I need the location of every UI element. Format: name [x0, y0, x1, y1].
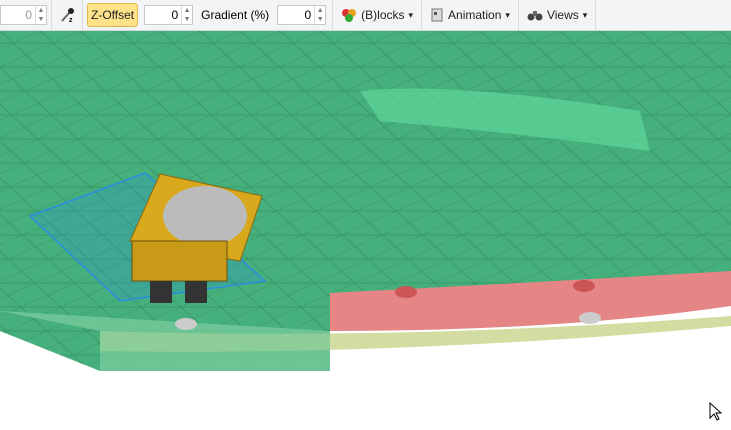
marker-post — [395, 286, 417, 298]
chevron-down-icon: ▾ — [582, 9, 588, 20]
binoculars-icon — [527, 11, 543, 21]
marker-post — [579, 312, 601, 324]
blocks-icon — [342, 9, 357, 22]
divider — [517, 0, 519, 31]
z-offset-spinner[interactable]: 0 ▲ ▼ — [144, 5, 194, 25]
spinner-arrows: ▲ ▼ — [35, 6, 46, 24]
gradient-label: Gradient (%) — [201, 8, 270, 22]
spinner-value: 0 — [25, 8, 32, 22]
animation-button[interactable]: Animation ▾ — [426, 4, 514, 26]
animation-label: Animation — [448, 8, 502, 22]
gradient-value[interactable]: 0 — [278, 8, 314, 22]
blocks-label: (B)locks — [361, 8, 405, 22]
mouse-cursor-icon — [709, 402, 723, 421]
divider — [595, 0, 597, 31]
blocks-button[interactable]: (B)locks ▾ — [337, 4, 417, 26]
views-label: Views — [546, 8, 579, 22]
z-offset-toggle[interactable]: Z-Offset — [87, 3, 139, 27]
z-offset-value[interactable]: 0 — [145, 8, 181, 22]
disabled-value-spinner: 0 ▲ ▼ — [0, 5, 47, 25]
views-button[interactable]: Views ▾ — [523, 4, 591, 26]
eyedropper-z-button[interactable]: z — [56, 4, 78, 26]
animation-icon — [431, 8, 443, 22]
z-offset-label: Z-Offset — [91, 8, 135, 22]
divider — [82, 0, 83, 31]
spinner-arrows[interactable]: ▲ ▼ — [314, 6, 325, 24]
svg-text:z: z — [69, 17, 73, 23]
marker-post — [175, 318, 197, 330]
chevron-down-icon: ▾ — [408, 9, 414, 20]
gradient-spinner[interactable]: 0 ▲ ▼ — [277, 5, 327, 25]
chevron-down-icon: ▾ — [505, 9, 510, 20]
marker-post — [573, 280, 595, 292]
divider — [51, 0, 52, 31]
spinner-arrows[interactable]: ▲ ▼ — [181, 6, 192, 24]
divider — [332, 0, 334, 31]
eyedropper-icon: z — [61, 8, 74, 23]
3d-viewport[interactable] — [0, 31, 731, 430]
toolbar: 0 ▲ ▼ z Z-Offset 0 ▲ ▼ Gradient (%) 0 ▲ ▼ (… — [0, 0, 731, 31]
divider — [421, 0, 423, 31]
